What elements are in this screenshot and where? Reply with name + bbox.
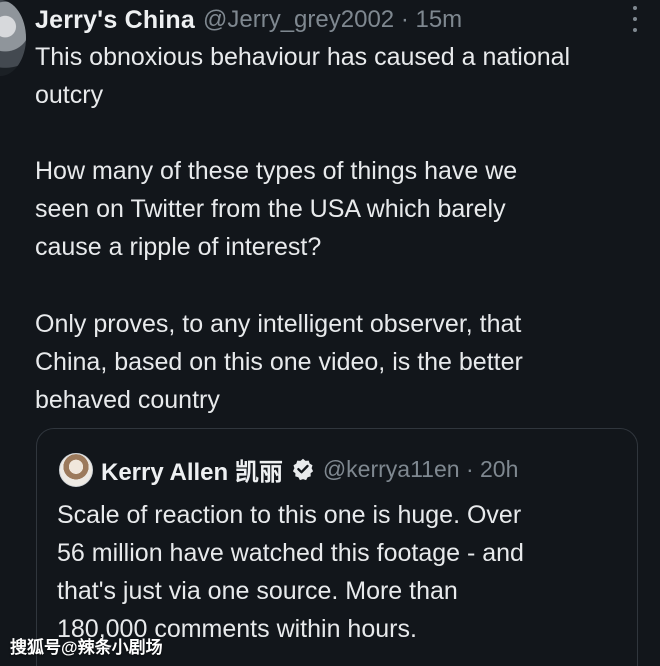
more-dot	[633, 6, 637, 10]
tweet: Jerry's China @Jerry_grey2002 · 15m This…	[0, 0, 660, 666]
meta-separator: ·	[400, 6, 409, 33]
quoted-tweet-card[interactable]: Kerry Allen 凯丽 @kerrya11en · 20h Scale o…	[36, 428, 638, 666]
tweet-body-line: This obnoxious behaviour has caused a na…	[35, 43, 571, 71]
tweet-header: Jerry's China @Jerry_grey2002 · 15m	[35, 5, 462, 35]
tweet-time[interactable]: 15m	[415, 6, 462, 33]
tweet-body-paragraph: Only proves, to any intelligent observer…	[35, 305, 655, 419]
tweet-body-line: seen on Twitter from the USA which barel…	[35, 195, 506, 223]
tweet-body-line: outcry	[35, 81, 104, 109]
more-vertical-icon[interactable]	[628, 6, 642, 32]
quoted-tweet-time[interactable]: 20h	[480, 456, 518, 482]
author-handle-meta: @Jerry_grey2002 · 15m	[203, 6, 462, 34]
tweet-body: This obnoxious behaviour has caused a na…	[35, 38, 655, 114]
more-dot	[633, 28, 637, 32]
meta-separator: ·	[465, 455, 474, 482]
tweet-body-line: China, based on this one video, is the b…	[35, 348, 523, 376]
tweet-body-line: cause a ripple of interest?	[35, 233, 322, 261]
quoted-author-handle[interactable]: @kerrya11en	[323, 456, 460, 482]
quoted-author-avatar[interactable]	[59, 453, 93, 487]
quoted-body-line: 56 million have watched this footage - a…	[57, 539, 524, 567]
quoted-body-line: that's just via one source. More than	[57, 577, 458, 605]
author-avatar[interactable]	[0, 0, 26, 76]
verified-badge-icon	[291, 457, 315, 481]
more-dot	[633, 17, 637, 21]
quoted-tweet-header: Kerry Allen 凯丽 @kerrya11en · 20h	[101, 452, 519, 487]
author-name[interactable]: Jerry's China	[35, 6, 195, 35]
source-watermark: 搜狐号@辣条小剧场	[10, 637, 163, 657]
tweet-body-paragraph: How many of these types of things have w…	[35, 152, 655, 266]
tweet-body-line: behaved country	[35, 386, 220, 414]
quoted-author-name[interactable]: Kerry Allen 凯丽	[101, 452, 283, 487]
tweet-body-line: Only proves, to any intelligent observer…	[35, 310, 522, 338]
author-handle[interactable]: @Jerry_grey2002	[203, 6, 394, 33]
tweet-body-line: How many of these types of things have w…	[35, 157, 518, 185]
quoted-body-line: Scale of reaction to this one is huge. O…	[57, 501, 522, 529]
quoted-handle-meta: @kerrya11en · 20h	[323, 456, 519, 483]
quoted-tweet-body: Scale of reaction to this one is huge. O…	[57, 496, 633, 648]
